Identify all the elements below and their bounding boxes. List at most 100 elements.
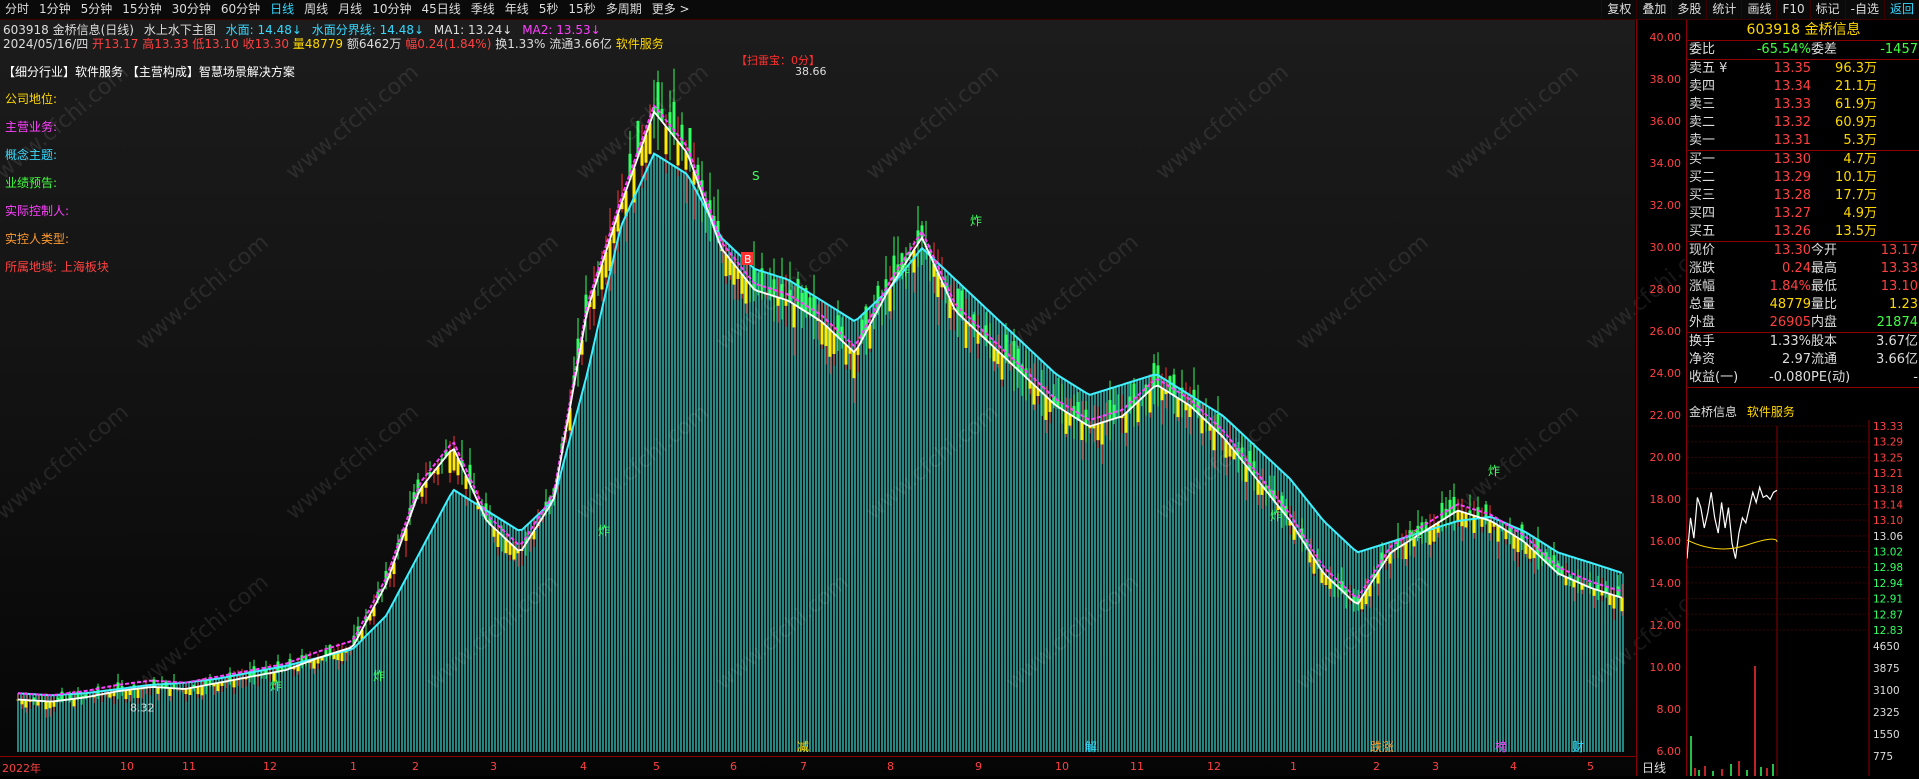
row-value: 13.32 xyxy=(1773,115,1811,130)
tab-4[interactable]: 30分钟 xyxy=(167,0,216,19)
row-value2: 1.23 xyxy=(1889,297,1918,312)
tab-3[interactable]: 15分钟 xyxy=(117,0,166,19)
row-label: 买三 xyxy=(1689,188,1716,203)
tab-6[interactable]: 日线 xyxy=(265,0,299,19)
row-value: 13.31 xyxy=(1773,133,1811,148)
intraday-mini-chart[interactable]: 金桥信息 软件服务 13.33 13.29 13.25 13.21 13.18 13.14… xyxy=(1686,404,1919,776)
row-label2: 股本 xyxy=(1811,334,1838,349)
kline-chart[interactable]: 38.66 【扫雷宝：0分】 8.32 炸炸炸炸炸炸炸炸 S B 减解跌涨榜财 603918… xyxy=(0,20,1724,776)
bid-list: 买一 13.30 4.7万 买二 13.29 10.1万 买三 13.28 17.7万 买四 13.… xyxy=(1687,151,1919,242)
quote-row: 换手 1.33% 股本 3.67亿 xyxy=(1687,333,1919,351)
bar-change: 幅0.24(1.84%) xyxy=(405,37,492,51)
bar-date: 2024/05/16/四 xyxy=(3,37,89,51)
candle-body xyxy=(732,264,736,285)
tab-0[interactable]: 分时 xyxy=(0,0,34,19)
price-tick: 6.00 xyxy=(1656,745,1682,758)
mini-plot[interactable]: 13.33 13.29 13.25 13.21 13.18 13.14 13.10 13.06… xyxy=(1686,420,1919,776)
row-value: 1.33% xyxy=(1769,334,1811,349)
tab-2[interactable]: 5分钟 xyxy=(76,0,118,19)
tab-15[interactable]: 多周期 xyxy=(601,0,647,19)
row-label: 买二 xyxy=(1689,170,1716,185)
zha-marker: 炸 xyxy=(270,679,282,693)
mini-price-tick: 13.21 xyxy=(1873,468,1903,480)
action-6[interactable]: 标记 xyxy=(1809,0,1845,19)
candle-body xyxy=(724,254,728,277)
mini-price-tick: 13.29 xyxy=(1873,437,1903,449)
tab-10[interactable]: 45日线 xyxy=(416,0,465,19)
row-value: 1.84% xyxy=(1769,279,1811,294)
candle-body xyxy=(1124,413,1128,433)
mini-price-tick: 12.83 xyxy=(1873,625,1903,637)
tab-11[interactable]: 季线 xyxy=(466,0,500,19)
row-value: 0.24 xyxy=(1782,261,1811,276)
action-5[interactable]: F10 xyxy=(1776,0,1809,19)
row-value: 13.27 xyxy=(1773,206,1811,221)
period-tabs: 分时 1分钟 5分钟 15分钟 30分钟 60分钟 日线 周线 月线 10分钟 45日线 季线 年线 5秒… xyxy=(0,0,695,19)
bar-vol: 量48779 xyxy=(292,37,343,51)
action-2[interactable]: 多股 xyxy=(1671,0,1706,19)
mini-price-tick: 13.10 xyxy=(1873,515,1903,527)
row-label: 买一 xyxy=(1689,152,1716,167)
tab-13[interactable]: 5秒 xyxy=(534,0,564,19)
candle-body xyxy=(1212,428,1216,451)
row-volume: 13.5万 xyxy=(1835,224,1877,239)
candle-body xyxy=(812,297,816,317)
row-volume: 96.3万 xyxy=(1835,61,1877,76)
action-8[interactable]: 返回 xyxy=(1883,0,1919,19)
candle-body xyxy=(1076,402,1080,420)
weibi-row: 委比 -65.54% 委差 -1457 xyxy=(1687,41,1919,60)
candle-body xyxy=(44,701,48,710)
candle-body xyxy=(1216,413,1220,433)
action-1[interactable]: 叠加 xyxy=(1636,0,1671,19)
row-volume: 4.7万 xyxy=(1843,152,1877,167)
action-7[interactable]: -自选 xyxy=(1844,0,1884,19)
candle-body xyxy=(832,333,836,354)
candle-body xyxy=(1176,398,1180,418)
quote-row: 买二 13.29 10.1万 xyxy=(1687,169,1919,187)
mini-title: 金桥信息 xyxy=(1689,405,1738,419)
candle-body xyxy=(136,688,140,698)
time-tick: 11 xyxy=(1130,760,1144,773)
tab-12[interactable]: 年线 xyxy=(500,0,534,19)
tab-16[interactable]: 更多 > xyxy=(647,0,695,19)
mini-price-tick: 13.14 xyxy=(1873,499,1903,511)
weibi-label: 委比 xyxy=(1689,42,1716,57)
tab-7[interactable]: 周线 xyxy=(299,0,333,19)
tab-1[interactable]: 1分钟 xyxy=(34,0,76,19)
candle-body xyxy=(496,531,500,547)
row-value: 2.97 xyxy=(1782,352,1811,367)
candle-body xyxy=(744,279,748,304)
price-axis: 40.00 38.00 36.00 34.00 32.00 30.00 28.00 26.00… xyxy=(1636,20,1685,776)
time-tick: 11 xyxy=(182,760,196,773)
candle-body xyxy=(1132,383,1136,406)
row-value: 13.35 xyxy=(1773,61,1811,76)
kline-plot[interactable]: 38.66【扫雷宝：0分】8.32炸炸炸炸炸炸炸炸SB减解跌涨榜财 xyxy=(0,20,1635,756)
bar-float: 流通3.66亿 xyxy=(549,37,612,51)
tab-14[interactable]: 15秒 xyxy=(563,0,600,19)
row-label: 净资 xyxy=(1689,352,1716,367)
tab-9[interactable]: 10分钟 xyxy=(367,0,416,19)
row-label2: 内盘 xyxy=(1811,315,1838,330)
row-label2: 最低 xyxy=(1811,279,1838,294)
company-label-5: 实控人类型: xyxy=(5,232,70,246)
candle-body xyxy=(1084,409,1088,425)
zha-marker: 炸 xyxy=(598,524,610,538)
mini-price-tick: 13.18 xyxy=(1873,484,1903,496)
time-tick: 2022年 xyxy=(2,762,41,775)
mini-vol-tick: 2325 xyxy=(1873,707,1900,719)
action-0[interactable]: 复权 xyxy=(1601,0,1636,19)
candle-body xyxy=(664,126,668,155)
row-value: 13.28 xyxy=(1773,188,1811,203)
period-label: 日线 xyxy=(1642,761,1667,775)
mini-price-line xyxy=(1686,485,1778,559)
row-label: 买五 xyxy=(1689,224,1716,239)
action-3[interactable]: 统计 xyxy=(1706,0,1741,19)
action-4[interactable]: 画线 xyxy=(1741,0,1776,19)
row-value2: 13.33 xyxy=(1880,261,1918,276)
tab-5[interactable]: 60分钟 xyxy=(216,0,265,19)
quote-row: 净资 2.97 流通 3.66亿 xyxy=(1687,351,1919,369)
bar-info: 2024/05/16/四 开13.17 高13.33 低13.10 收13.30… xyxy=(3,35,664,52)
tab-8[interactable]: 月线 xyxy=(333,0,367,19)
quote-row: 卖一 13.31 5.3万 xyxy=(1687,132,1919,150)
time-tick: 10 xyxy=(120,760,134,773)
